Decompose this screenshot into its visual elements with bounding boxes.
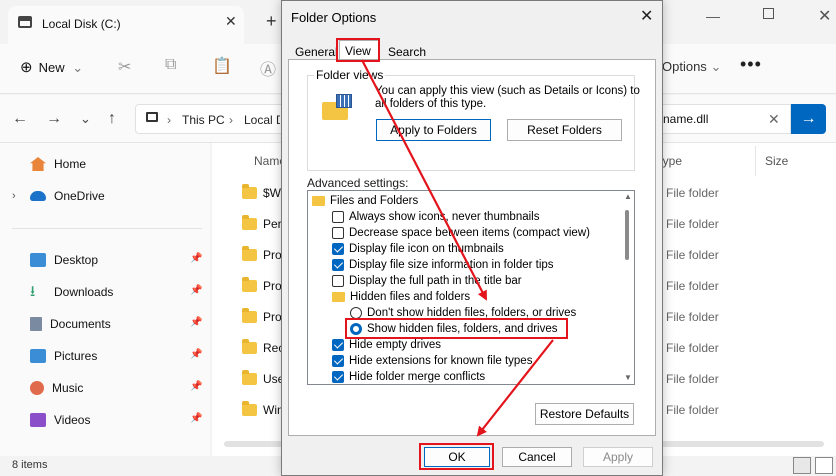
annotation-arrows: [361, 59, 554, 437]
arrow-to-ok: [476, 339, 554, 437]
arrow-to-show-hidden: [361, 59, 487, 301]
